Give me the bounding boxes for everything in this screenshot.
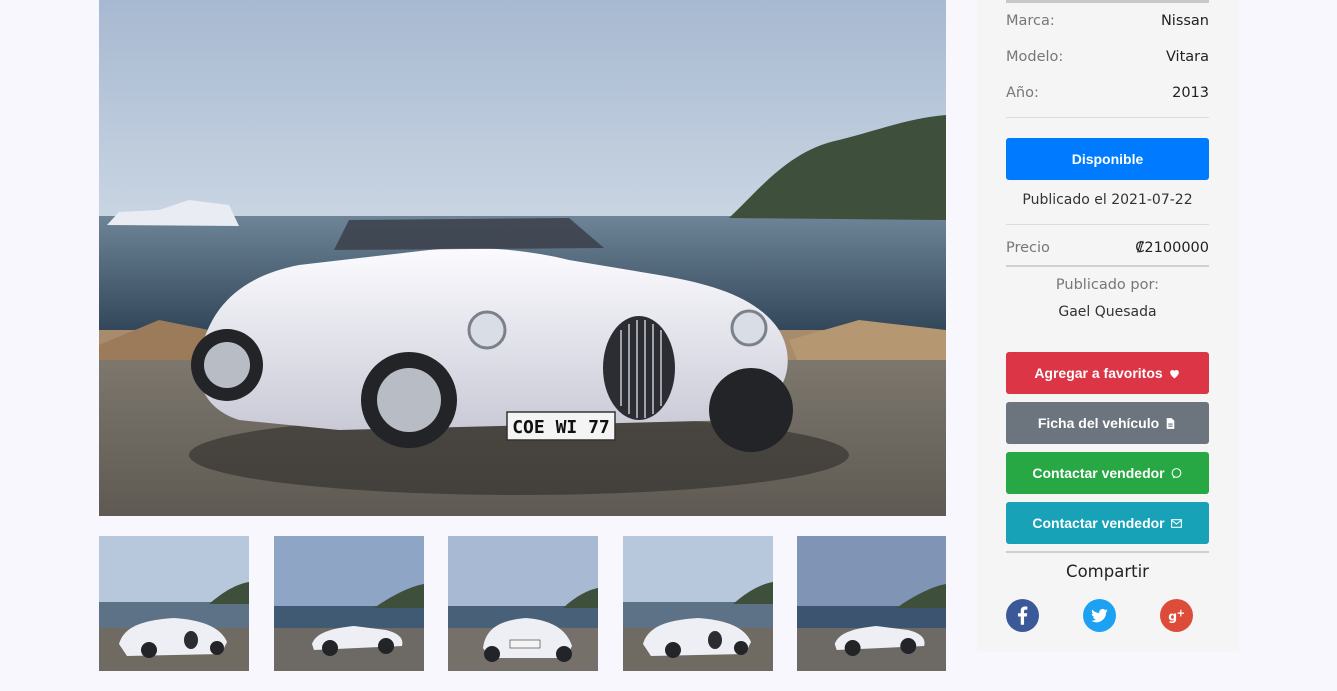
license-plate-text: COE WI 77 [512, 417, 610, 438]
pdf-file-icon [1166, 417, 1175, 429]
envelope-icon [1170, 518, 1182, 528]
divider [1006, 551, 1209, 553]
spec-value: Nissan [1160, 13, 1209, 29]
published-date: Publicado el 2021-07-22 [1022, 192, 1193, 208]
thumbnail-strip [99, 536, 946, 671]
spec-value: Vitara [1165, 49, 1209, 65]
svg-text:+: + [1177, 608, 1186, 620]
contact-whatsapp-button[interactable]: Contactar vendedor [1006, 452, 1209, 494]
spec-sheet-label: Ficha del vehículo [1037, 415, 1160, 431]
spec-sheet-button[interactable]: Ficha del vehículo [1006, 402, 1209, 444]
status-label: Disponible [1071, 151, 1144, 167]
twitter-icon[interactable] [1083, 599, 1116, 632]
seller-name: Gael Quesada [1058, 304, 1157, 320]
thumbnail-3[interactable] [448, 536, 598, 671]
heart-icon [1169, 369, 1179, 378]
vehicle-details-panel: Marca: Nissan Modelo: Vitara Año: 2013 D… [977, 0, 1239, 652]
facebook-icon[interactable] [1006, 599, 1039, 632]
spec-label: Modelo: [1006, 49, 1064, 65]
published-by-label: Publicado por: [1055, 277, 1160, 293]
whatsapp-icon [1171, 467, 1181, 478]
spec-label: Año: [1006, 85, 1039, 101]
add-favorite-button[interactable]: Agregar a favoritos [1006, 352, 1209, 394]
status-available-button[interactable]: Disponible [1006, 138, 1209, 180]
divider [1006, 224, 1209, 225]
contact-email-button[interactable]: Contactar vendedor [1006, 502, 1209, 544]
price-label: Precio [1006, 240, 1050, 256]
contact-label: Contactar vendedor [1032, 465, 1165, 481]
thumbnail-1[interactable] [99, 536, 249, 671]
spec-row-brand: Marca: Nissan [1006, 11, 1209, 31]
spec-label: Marca: [1006, 13, 1055, 29]
divider [1006, 117, 1209, 118]
price-value: ₡2100000 [1135, 240, 1209, 256]
spec-row-model: Modelo: Vitara [1006, 47, 1209, 67]
divider [1006, 0, 1209, 3]
google-plus-icon[interactable]: g + [1160, 599, 1193, 632]
main-vehicle-photo[interactable]: COE WI 77 [99, 0, 946, 516]
favorite-label: Agregar a favoritos [1034, 365, 1163, 381]
divider [1006, 265, 1209, 267]
contact-label: Contactar vendedor [1032, 515, 1165, 531]
thumbnail-2[interactable] [274, 536, 424, 671]
spec-row-year: Año: 2013 [1006, 83, 1209, 103]
spec-value: 2013 [1172, 85, 1209, 101]
thumbnail-5[interactable] [797, 536, 946, 671]
share-title: Compartir [1066, 562, 1149, 581]
price-row: Precio ₡2100000 [1006, 238, 1209, 258]
thumbnail-4[interactable] [623, 536, 773, 671]
